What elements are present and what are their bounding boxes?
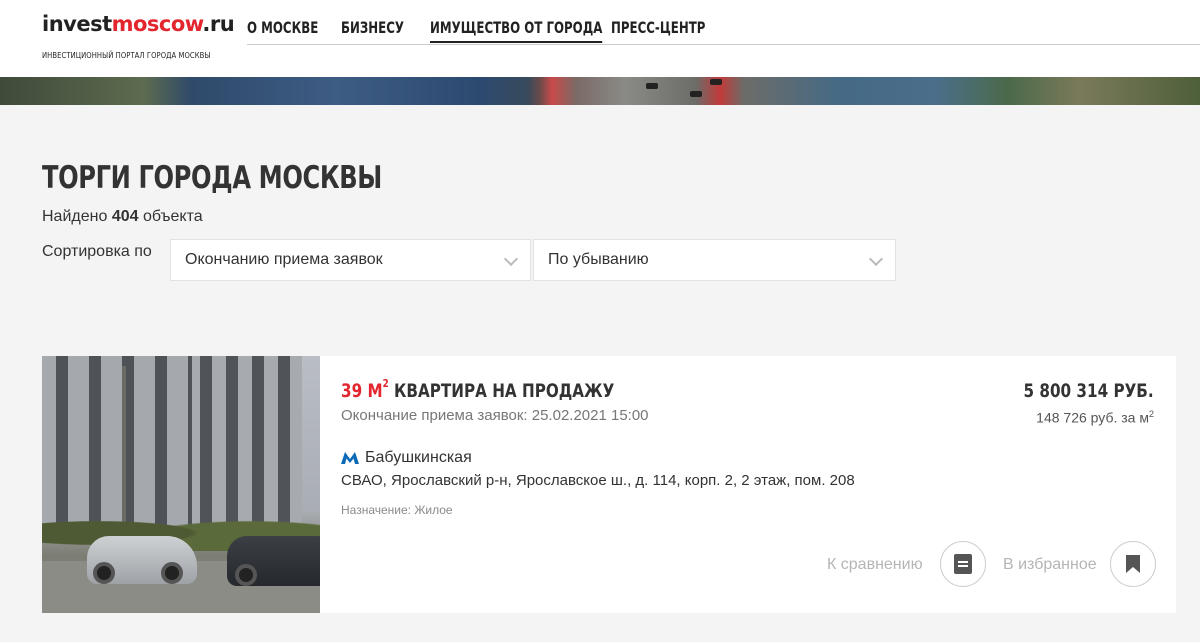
favorite-label[interactable]: В избранное bbox=[1003, 543, 1097, 587]
metro-m-icon bbox=[341, 452, 359, 464]
nav-press-center[interactable]: ПРЕСС-ЦЕНТР bbox=[611, 18, 705, 41]
sort-label: Сортировка по bbox=[42, 243, 152, 260]
logo-subtitle: ИНВЕСТИЦИОННЫЙ ПОРТАЛ ГОРОДА МОСКВЫ bbox=[42, 51, 211, 60]
listing-price: 5 800 314 РУБ. bbox=[1023, 380, 1154, 402]
compare-label[interactable]: К сравнению bbox=[827, 543, 923, 587]
listing-address: СВАО, Ярославский р-н, Ярославское ш., д… bbox=[341, 472, 855, 489]
site-header: investmoscow.ru ИНВЕСТИЦИОННЫЙ ПОРТАЛ ГО… bbox=[0, 0, 1200, 77]
site-logo[interactable]: investmoscow.ru bbox=[42, 12, 235, 36]
banner-car bbox=[646, 83, 658, 89]
listing-card[interactable]: 39 М2 КВАРТИРА НА ПРОДАЖУ Окончание прие… bbox=[42, 356, 1176, 613]
photo-building bbox=[192, 356, 302, 526]
chevron-down-icon bbox=[503, 251, 519, 267]
compare-button[interactable] bbox=[940, 541, 986, 587]
nav-about-moscow[interactable]: О МОСКВЕ bbox=[247, 18, 318, 41]
bookmark-icon bbox=[1126, 555, 1140, 573]
header-divider bbox=[247, 44, 1200, 45]
listing-deadline: Окончание приема заявок: 25.02.2021 15:0… bbox=[341, 407, 649, 424]
photo-car bbox=[87, 536, 197, 584]
banner-car bbox=[710, 79, 722, 85]
sort-order-value: По убыванию bbox=[548, 251, 649, 268]
logo-ru: .ru bbox=[202, 12, 235, 36]
page-title: ТОРГИ ГОРОДА МОСКВЫ bbox=[42, 160, 382, 196]
listing-metro: Бабушкинская bbox=[341, 449, 472, 467]
nav-city-property[interactable]: ИМУЩЕСТВО ОТ ГОРОДА bbox=[430, 18, 603, 43]
nav-business[interactable]: БИЗНЕСУ bbox=[341, 18, 404, 41]
results-count: Найдено 404 объекта bbox=[42, 208, 203, 226]
banner-car bbox=[690, 91, 702, 97]
logo-invest: invest bbox=[42, 12, 112, 36]
sort-field-value: Окончанию приема заявок bbox=[185, 251, 383, 268]
sort-field-select[interactable]: Окончанию приема заявок bbox=[170, 239, 531, 281]
hero-banner-image bbox=[0, 77, 1200, 105]
listing-price-per-m2: 148 726 руб. за м2 bbox=[1036, 409, 1154, 426]
metro-station: Бабушкинская bbox=[365, 449, 472, 466]
logo-moscow: moscow bbox=[111, 12, 203, 36]
found-prefix: Найдено bbox=[42, 208, 108, 225]
found-suffix: объекта bbox=[142, 208, 203, 225]
chevron-down-icon bbox=[868, 251, 884, 267]
listing-area: 39 М2 bbox=[341, 377, 389, 402]
listing-type: КВАРТИРА НА ПРОДАЖУ bbox=[394, 380, 615, 402]
sort-order-select[interactable]: По убыванию bbox=[533, 239, 896, 281]
favorite-button[interactable] bbox=[1110, 541, 1156, 587]
compare-list-icon bbox=[954, 554, 972, 574]
listing-title[interactable]: 39 М2 КВАРТИРА НА ПРОДАЖУ bbox=[341, 377, 615, 402]
found-count: 404 bbox=[111, 208, 139, 225]
photo-car bbox=[227, 536, 320, 586]
listing-photo[interactable] bbox=[42, 356, 320, 613]
listing-purpose: Назначение: Жилое bbox=[341, 503, 453, 517]
